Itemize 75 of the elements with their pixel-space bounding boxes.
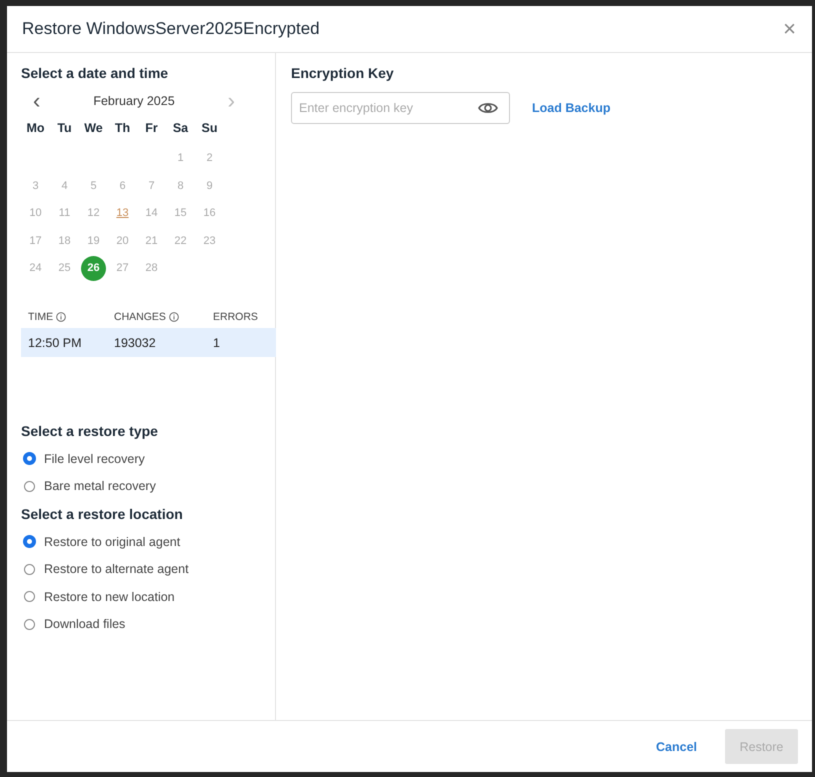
option-label: Restore to original agent xyxy=(44,534,180,549)
calendar-day[interactable]: 14 xyxy=(139,200,164,226)
calendar-day[interactable]: 5 xyxy=(81,173,106,198)
calendar-day[interactable]: 10 xyxy=(23,200,48,226)
calendar-day[interactable]: 20 xyxy=(110,228,135,254)
radio-button[interactable] xyxy=(24,618,35,630)
table-cell-text: 193032 xyxy=(114,336,157,350)
table-cell-text: 12:50 PM xyxy=(28,336,83,350)
weekday-label: Th xyxy=(114,120,132,137)
eye-icon[interactable] xyxy=(478,101,498,115)
radio-button[interactable] xyxy=(24,536,35,548)
weekday-label: We xyxy=(83,120,104,137)
radio-option[interactable]: File level recovery xyxy=(21,445,275,472)
section-heading: Select a restore type xyxy=(21,423,159,439)
next-month-button[interactable]: › xyxy=(224,93,239,109)
calendar-day[interactable]: 27 xyxy=(110,256,135,281)
field-label: Encryption Key xyxy=(291,65,395,81)
calendar-day[interactable]: 17 xyxy=(23,228,48,254)
calendar-day[interactable]: 26 xyxy=(81,256,106,281)
calendar-day[interactable]: 28 xyxy=(139,256,164,281)
weekday-label: Mo xyxy=(25,120,46,137)
option-label: Restore to new location xyxy=(44,590,175,604)
radio-button[interactable] xyxy=(24,453,35,464)
calendar-day[interactable]: 25 xyxy=(52,256,77,281)
option-label: File level recovery xyxy=(44,452,145,466)
weekday-label: Sa xyxy=(172,120,190,137)
close-button[interactable]: × xyxy=(779,18,800,40)
encryption-key-field[interactable]: Enter encryption key xyxy=(291,92,510,124)
info-icon xyxy=(168,312,179,322)
table-row[interactable]: 12:50 PM 193032 1 xyxy=(21,328,276,357)
calendar-day[interactable]: 4 xyxy=(52,173,77,198)
radio-option[interactable]: Download files xyxy=(21,610,275,638)
weekday-label: Fr xyxy=(144,120,159,137)
option-label: Download files xyxy=(44,617,126,632)
option-label: Restore to alternate agent xyxy=(44,562,189,576)
weekday-label: Tu xyxy=(56,120,73,137)
calendar-day[interactable]: 9 xyxy=(197,173,222,198)
calendar-day[interactable]: 11 xyxy=(52,200,77,226)
column-header: CHANGES xyxy=(114,311,166,323)
calendar-day[interactable]: 3 xyxy=(23,173,48,198)
radio-button[interactable] xyxy=(24,564,35,575)
section-heading: Select a restore location xyxy=(21,506,184,522)
info-icon xyxy=(56,312,66,322)
calendar-day[interactable]: 21 xyxy=(139,228,164,254)
calendar-day[interactable]: 24 xyxy=(23,256,48,281)
calendar-day[interactable]: 1 xyxy=(168,146,193,171)
radio-option[interactable]: Restore to new location xyxy=(21,583,275,610)
month-label: February 2025 xyxy=(93,94,175,108)
calendar-day[interactable]: 12 xyxy=(81,200,106,226)
calendar-day[interactable]: 15 xyxy=(168,200,193,226)
previous-month-button[interactable]: ‹ xyxy=(29,93,44,109)
radio-option[interactable]: Restore to alternate agent xyxy=(21,556,275,583)
calendar-day[interactable]: 8 xyxy=(168,173,193,198)
load-backup-link[interactable]: Load Backup xyxy=(532,101,610,115)
column-header: ERRORS xyxy=(213,311,258,323)
dialog-title: Restore WindowsServer2025Encrypted xyxy=(22,19,320,39)
calendar-day[interactable]: 6 xyxy=(110,173,135,198)
radio-option[interactable]: Restore to original agent xyxy=(21,528,275,556)
calendar-day[interactable]: 16 xyxy=(197,200,222,226)
calendar-day[interactable]: 7 xyxy=(139,173,164,198)
calendar-day[interactable]: 18 xyxy=(52,228,77,254)
calendar-day[interactable]: 2 xyxy=(197,146,222,171)
option-label: Bare metal recovery xyxy=(44,479,156,494)
cancel-button[interactable]: Cancel xyxy=(644,732,709,762)
calendar-day[interactable]: 23 xyxy=(197,228,222,254)
calendar-day[interactable]: 19 xyxy=(81,228,106,254)
calendar-day[interactable]: 13 xyxy=(110,200,135,226)
weekday-label: Su xyxy=(200,120,218,137)
column-header: TIME xyxy=(28,311,54,323)
radio-button[interactable] xyxy=(24,480,35,492)
radio-button[interactable] xyxy=(24,591,35,602)
calendar-day[interactable]: 22 xyxy=(168,228,193,254)
radio-option[interactable]: Bare metal recovery xyxy=(21,472,275,500)
section-heading: Select a date and time xyxy=(21,65,170,81)
table-cell-text: 1 xyxy=(213,336,221,350)
